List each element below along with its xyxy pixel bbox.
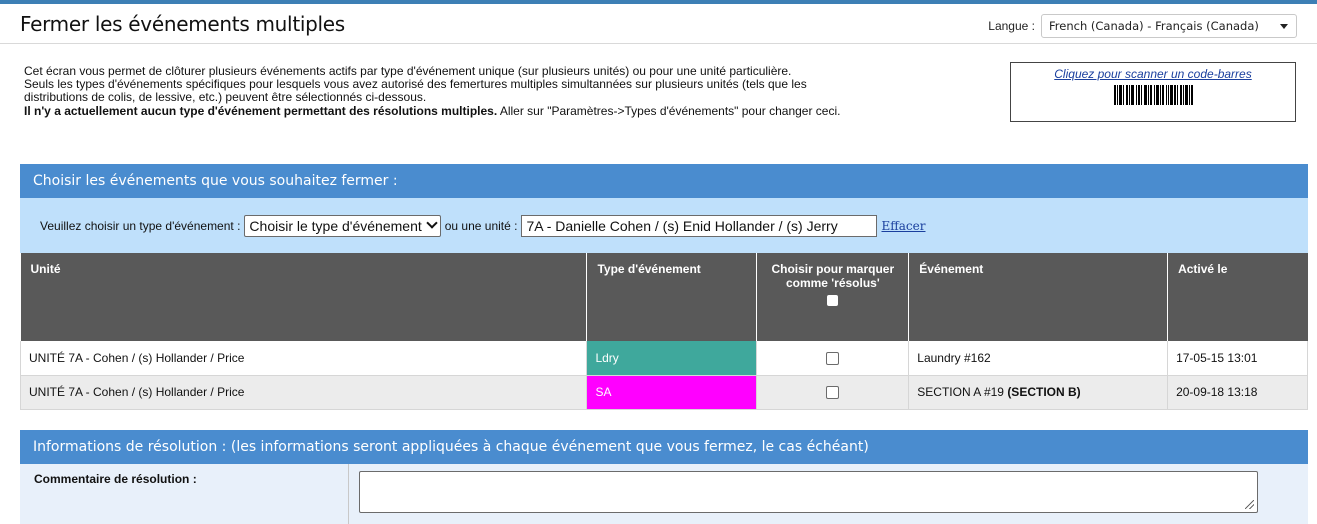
intro-notice-bold: Il n'y a actuellement aucun type d'événe… xyxy=(24,103,498,118)
row-event-type: Ldry xyxy=(586,341,757,376)
language-select[interactable]: French (Canada) - Français (Canada) xyxy=(1041,14,1297,38)
row-event: SECTION A #19 (SECTION B) xyxy=(908,375,1168,410)
language-selector: Langue : French (Canada) - Français (Can… xyxy=(988,14,1297,38)
page-title: Fermer les événements multiples xyxy=(20,12,345,36)
row-event-extra: (SECTION B) xyxy=(1007,385,1081,399)
events-table: Unité Type d'événement Choisir pour marq… xyxy=(19,253,1308,410)
or-unit-label: ou une unité : xyxy=(444,218,518,233)
resolution-comment-textarea[interactable] xyxy=(359,471,1258,513)
intro-line-2: Seuls les types d'événements spécifiques… xyxy=(24,77,807,105)
header-event: Événement xyxy=(908,253,1168,341)
row-event-name: SECTION A #19 xyxy=(917,385,1008,399)
scan-barcode-link[interactable]: Cliquez pour scanner un code-barres xyxy=(1011,67,1295,81)
header-event-type: Type d'événement xyxy=(586,253,757,341)
row-unit: UNITÉ 7A - Cohen / (s) Hollander / Price xyxy=(19,375,587,410)
row-event-name: Laundry #162 xyxy=(917,350,991,365)
row-checkbox[interactable] xyxy=(826,351,840,365)
resolution-comment-row: Commentaire de résolution : xyxy=(20,464,1308,524)
row-activated: 17-05-15 13:01 xyxy=(1167,341,1308,376)
barcode-scanner-box[interactable]: Cliquez pour scanner un code-barres xyxy=(1010,62,1296,122)
page-header: Fermer les événements multiples Langue :… xyxy=(0,4,1317,44)
intro-notice-tail: Aller sur "Paramètres->Types d'événement… xyxy=(497,103,841,118)
clear-link[interactable]: Effacer xyxy=(881,219,925,233)
resize-grip-icon[interactable] xyxy=(1245,500,1254,509)
event-type-label: Veuillez choisir un type d'événement : xyxy=(40,218,241,233)
choose-events-header: Choisir les événements que vous souhaite… xyxy=(20,164,1308,198)
row-checkbox-cell xyxy=(756,341,909,376)
intro-text: Cet écran vous permet de clôturer plusie… xyxy=(24,64,864,118)
event-type-select[interactable]: Choisir le type d'événement xyxy=(244,214,441,237)
resolution-comment-cell xyxy=(349,464,1308,524)
unit-input[interactable]: 7A - Danielle Cohen / (s) Enid Hollander… xyxy=(521,214,878,237)
resolution-comment-label: Commentaire de résolution : xyxy=(20,464,349,524)
row-checkbox[interactable] xyxy=(826,386,840,400)
select-all-checkbox[interactable] xyxy=(827,295,839,306)
resolution-info-header: Informations de résolution : (les inform… xyxy=(20,430,1308,464)
filter-row: Veuillez choisir un type d'événement : C… xyxy=(20,198,1308,253)
row-activated: 20-09-18 13:18 xyxy=(1167,375,1308,410)
event-type-select-value: Choisir le type d'événement xyxy=(249,217,422,234)
table-row: UNITÉ 7A - Cohen / (s) Hollander / Price… xyxy=(19,375,1308,410)
header-unit: Unité xyxy=(20,253,587,341)
row-event-type: SA xyxy=(586,375,757,410)
row-event: Laundry #162 xyxy=(908,341,1168,376)
barcode-icon xyxy=(1098,85,1208,105)
header-activated: Activé le xyxy=(1167,253,1308,341)
caret-down-icon xyxy=(1280,24,1288,29)
header-choose-resolved: Choisir pour marquer comme 'résolus' xyxy=(756,253,909,341)
row-checkbox-cell xyxy=(756,375,909,410)
language-select-value: French (Canada) - Français (Canada) xyxy=(1049,19,1259,33)
chevron-down-icon xyxy=(426,217,438,229)
table-row: UNITÉ 7A - Cohen / (s) Hollander / Price… xyxy=(19,341,1308,376)
language-label: Langue : xyxy=(988,19,1035,33)
header-choose-resolved-label: Choisir pour marquer comme 'résolus' xyxy=(771,262,895,290)
row-unit: UNITÉ 7A - Cohen / (s) Hollander / Price xyxy=(19,341,587,376)
intro-notice: Il n'y a actuellement aucun type d'événe… xyxy=(24,103,864,118)
table-header-row: Unité Type d'événement Choisir pour marq… xyxy=(20,253,1308,341)
